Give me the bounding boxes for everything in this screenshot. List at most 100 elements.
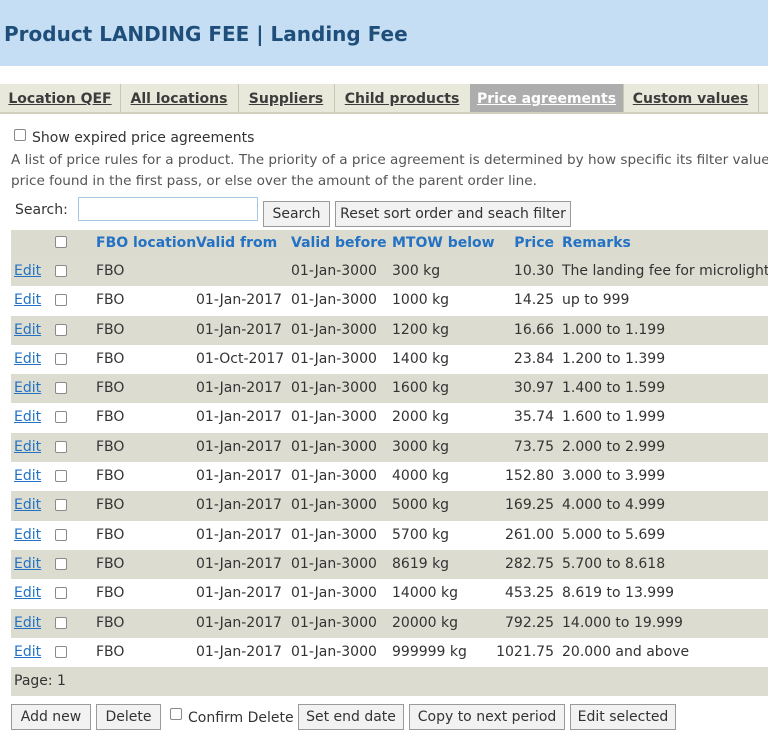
cell-valid-before: 01-Jan-3000 (291, 643, 377, 660)
edit-link[interactable]: Edit (14, 403, 41, 432)
set-end-date-button[interactable]: Set end date (298, 704, 404, 730)
add-new-button[interactable]: Add new (11, 704, 91, 730)
row-select-checkbox[interactable] (55, 557, 67, 570)
column-remarks[interactable]: Remarks (562, 230, 631, 257)
show-expired-checkbox[interactable] (14, 129, 26, 141)
search-label: Search: (15, 202, 68, 218)
confirm-delete-checkbox[interactable] (170, 708, 182, 720)
cell-fbo-location: FBO (96, 438, 125, 455)
delete-button[interactable]: Delete (96, 704, 161, 730)
edit-link[interactable]: Edit (14, 491, 41, 520)
tab-suppliers[interactable]: Suppliers (238, 84, 335, 112)
tab-child-products[interactable]: Child products (334, 84, 471, 112)
cell-mtow-below: 999999 kg (392, 643, 467, 660)
cell-valid-before: 01-Jan-3000 (291, 614, 377, 631)
cell-remarks: 8.619 to 13.999 (562, 585, 675, 602)
edit-link[interactable]: Edit (14, 579, 41, 608)
cell-valid-from: 01-Jan-2017 (196, 380, 282, 397)
cell-fbo-location: FBO (96, 263, 125, 279)
copy-to-next-period-button[interactable]: Copy to next period (409, 704, 565, 730)
page-title: Product LANDING FEE | Landing Fee (4, 22, 408, 46)
cell-mtow-below: 5000 kg (392, 497, 450, 514)
cell-mtow-below: 1600 kg (392, 380, 450, 397)
edit-selected-button[interactable]: Edit selected (570, 704, 676, 730)
column-valid-from[interactable]: Valid from (196, 230, 277, 257)
cell-valid-before: 01-Jan-3000 (291, 350, 377, 367)
row-select-checkbox[interactable] (55, 645, 67, 658)
cell-fbo-location: FBO (96, 292, 125, 309)
cell-valid-before: 01-Jan-3000 (291, 555, 377, 572)
row-select-checkbox[interactable] (55, 265, 67, 277)
cell-remarks: 3.000 to 3.999 (562, 468, 666, 485)
tab-custom-values[interactable]: Custom values (623, 84, 759, 112)
column-mtow-below[interactable]: MTOW below (392, 230, 495, 257)
edit-link[interactable]: Edit (14, 257, 41, 286)
cell-valid-from: 01-Jan-2017 (196, 585, 282, 602)
cell-remarks: 4.000 to 4.999 (562, 497, 666, 514)
cell-valid-from: 01-Jan-2017 (196, 614, 282, 631)
description-line-1: A list of price rules for a product. The… (11, 152, 768, 168)
cell-valid-before: 01-Jan-3000 (291, 409, 377, 426)
cell-remarks: 14.000 to 19.999 (562, 614, 683, 631)
cell-price: 16.66 (513, 321, 554, 338)
row-select-checkbox[interactable] (55, 587, 67, 600)
row-select-checkbox[interactable] (55, 440, 67, 453)
cell-valid-before: 01-Jan-3000 (291, 321, 377, 338)
edit-link[interactable]: Edit (14, 433, 41, 462)
cell-remarks: 1.200 to 1.399 (562, 350, 666, 367)
edit-link[interactable]: Edit (14, 550, 41, 579)
table-row: Edit FBO 01-Jan-2017 01-Jan-3000 4000 kg 152.… (11, 462, 768, 491)
show-expired-label: Show expired price agreements (32, 130, 255, 146)
search-input[interactable] (78, 197, 258, 221)
row-select-checkbox[interactable] (55, 616, 67, 629)
edit-link[interactable]: Edit (14, 462, 41, 491)
column-fbo-location[interactable]: FBO location (96, 230, 196, 257)
cell-fbo-location: FBO (96, 643, 125, 660)
edit-link[interactable]: Edit (14, 638, 41, 667)
cell-remarks: 20.000 and above (562, 643, 690, 660)
cell-price: 152.80 (505, 468, 554, 485)
cell-fbo-location: FBO (96, 526, 125, 543)
row-select-checkbox[interactable] (55, 294, 67, 307)
tab-all-locations[interactable]: All locations (120, 84, 239, 112)
edit-link[interactable]: Edit (14, 609, 41, 638)
row-select-checkbox[interactable] (55, 470, 67, 483)
cell-valid-from: 01-Jan-2017 (196, 526, 282, 543)
cell-remarks: The landing fee for microlight (562, 263, 768, 279)
search-button[interactable]: Search (263, 201, 330, 227)
cell-valid-from: 01-Jan-2017 (196, 468, 282, 485)
confirm-delete-option: Confirm Delete (170, 708, 294, 726)
tab-price-agreements[interactable]: Price agreements (470, 84, 624, 112)
row-select-checkbox[interactable] (55, 352, 67, 365)
cell-fbo-location: FBO (96, 585, 125, 602)
edit-link[interactable]: Edit (14, 286, 41, 315)
cell-remarks: 1.400 to 1.599 (562, 380, 666, 397)
edit-link[interactable]: Edit (14, 374, 41, 403)
tab-location-qef[interactable]: Location QEF (0, 84, 121, 112)
table-row: Edit FBO 01-Jan-2017 01-Jan-3000 14000 kg 453… (11, 579, 768, 608)
select-all-checkbox[interactable] (55, 236, 67, 248)
table-row: Edit FBO 01-Jan-2017 01-Jan-3000 1600 kg 30.9… (11, 374, 768, 404)
cell-valid-from: 01-Jan-2017 (196, 438, 282, 455)
column-price[interactable]: Price (491, 230, 554, 257)
edit-link[interactable]: Edit (14, 521, 41, 550)
table-row: Edit FBO 01-Jan-2017 01-Jan-3000 2000 kg 35.7… (11, 403, 768, 432)
table-row: Edit FBO 01-Jan-2017 01-Jan-3000 1000 kg 14.2… (11, 286, 768, 315)
row-select-checkbox[interactable] (55, 499, 67, 512)
row-select-checkbox[interactable] (55, 411, 67, 424)
cell-valid-from: 01-Oct-2017 (196, 350, 285, 367)
cell-fbo-location: FBO (96, 497, 125, 514)
cell-fbo-location: FBO (96, 350, 125, 367)
edit-link[interactable]: Edit (14, 345, 41, 374)
row-select-checkbox[interactable] (55, 528, 67, 541)
column-valid-before[interactable]: Valid before (291, 230, 387, 257)
table-row: Edit FBO 01-Oct-2017 01-Jan-3000 1400 kg 23.8… (11, 345, 768, 374)
edit-link[interactable]: Edit (14, 316, 41, 345)
cell-price: 792.25 (505, 614, 554, 631)
reset-sort-filter-button[interactable]: Reset sort order and seach filter (335, 201, 571, 227)
cell-price: 1021.75 (496, 643, 554, 660)
row-select-checkbox[interactable] (55, 323, 67, 336)
cell-valid-from: 01-Jan-2017 (196, 409, 282, 426)
row-select-checkbox[interactable] (55, 382, 67, 395)
cell-mtow-below: 1400 kg (392, 350, 450, 367)
